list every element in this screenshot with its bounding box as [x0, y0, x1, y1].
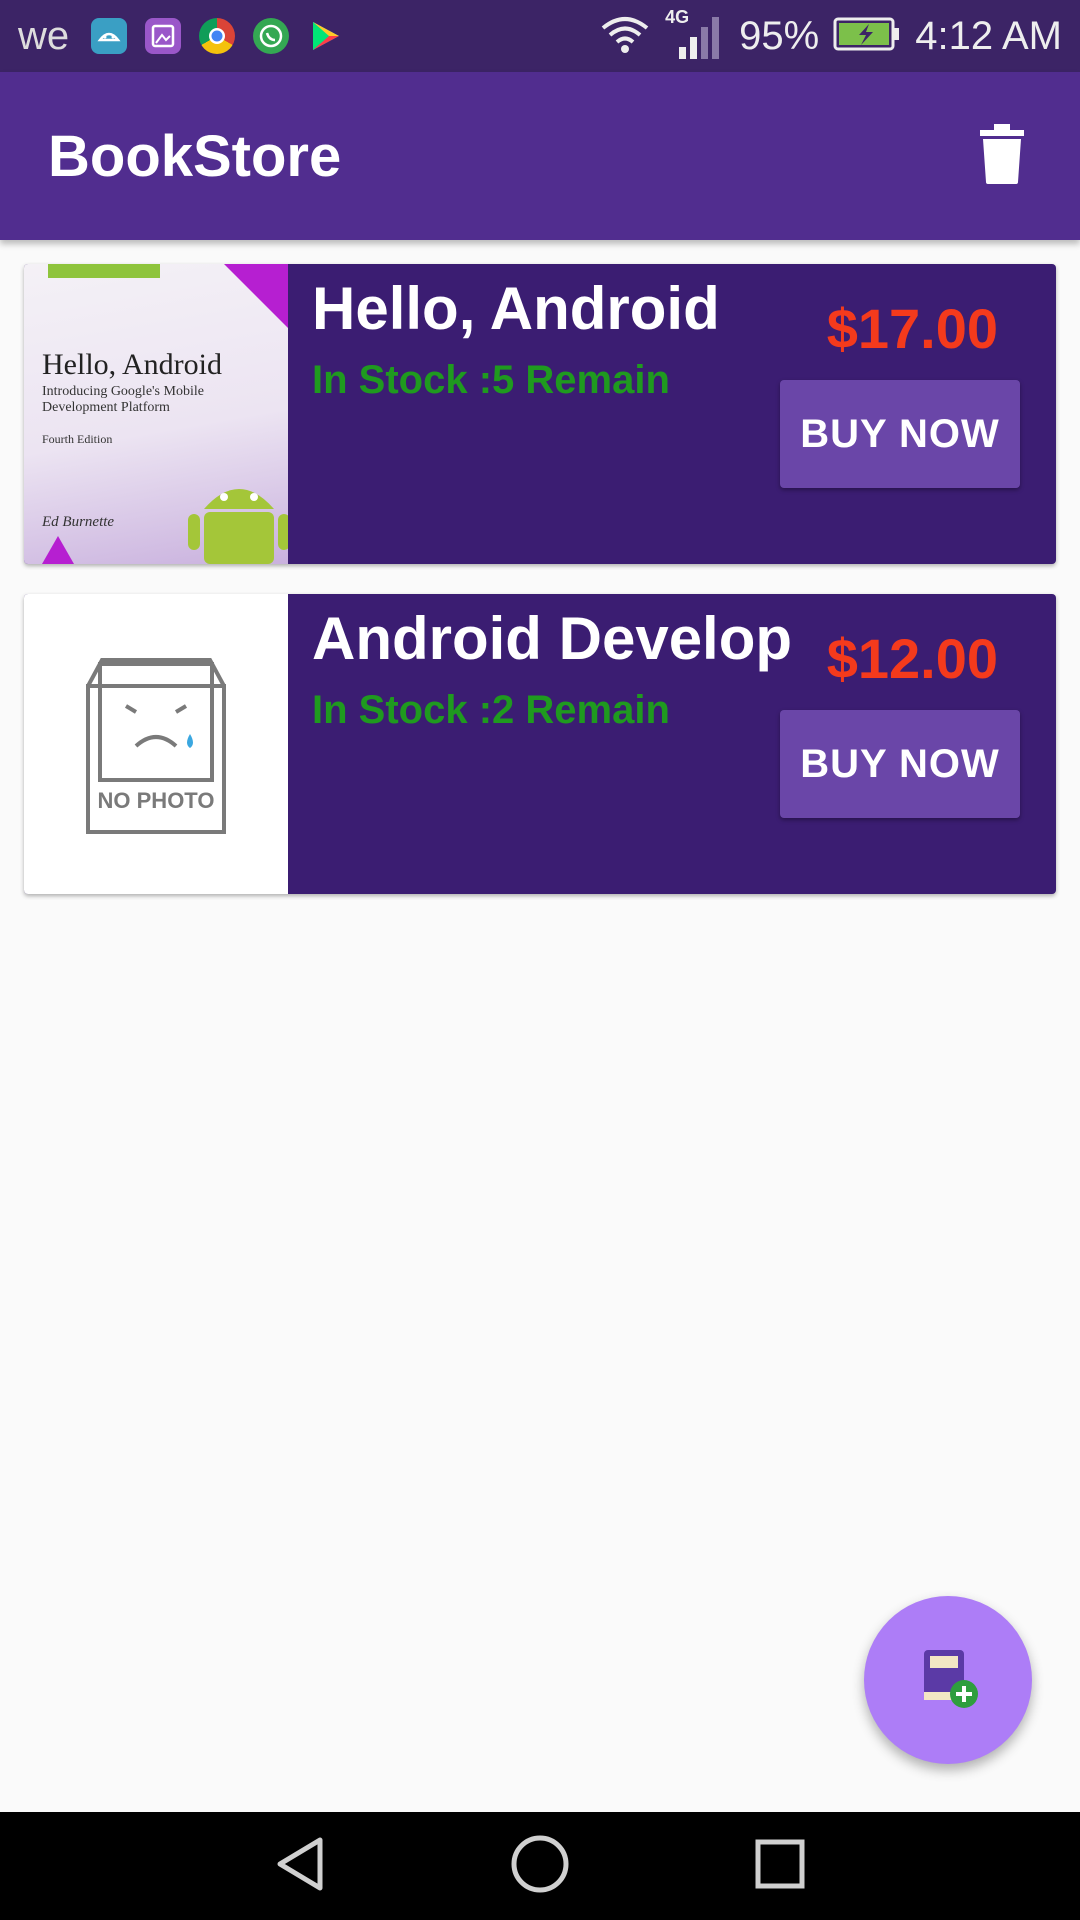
- book-card[interactable]: NO PHOTO Android Develop In Stock :2 Rem…: [24, 594, 1056, 894]
- buy-now-button[interactable]: BUY NOW: [780, 710, 1020, 818]
- cover-banner: [48, 264, 160, 278]
- play-store-icon: [307, 18, 343, 54]
- cover-subtitle: Introducing Google's Mobile Development …: [42, 384, 204, 415]
- home-icon: [509, 1833, 571, 1900]
- android-icon: [91, 18, 128, 54]
- status-bar-left: we: [18, 14, 343, 59]
- android-mascot-icon: [184, 464, 288, 564]
- cover-edition: Fourth Edition: [42, 432, 113, 446]
- carrier-label: we: [18, 13, 70, 58]
- cover-title: Hello, Android: [42, 348, 222, 381]
- battery-percent: 95%: [739, 13, 820, 58]
- book-card[interactable]: Hello, Android Introducing Google's Mobi…: [24, 264, 1056, 564]
- cover-corner-ribbon: [224, 264, 288, 328]
- battery-icon: [833, 17, 901, 56]
- recents-button[interactable]: [735, 1821, 825, 1911]
- app-bar: BookStore: [0, 72, 1080, 240]
- delete-all-button[interactable]: [972, 120, 1032, 192]
- status-bar: we 4G 95% 4:12 AM: [0, 0, 1080, 72]
- signal-icon: 4G: [665, 7, 725, 61]
- book-stock: In Stock :2 Remain: [312, 688, 670, 732]
- wifi-icon: [599, 14, 651, 59]
- chrome-icon: [199, 18, 236, 54]
- book-price: $17.00: [826, 297, 998, 360]
- book-price: $12.00: [826, 627, 998, 690]
- back-icon: [272, 1834, 328, 1899]
- status-bar-right: 4G 95% 4:12 AM: [599, 7, 1062, 61]
- gallery-icon: [145, 18, 182, 54]
- recents-icon: [754, 1838, 806, 1895]
- no-photo-label: NO PHOTO: [97, 788, 215, 813]
- back-button[interactable]: [255, 1821, 345, 1911]
- whatsapp-icon: [253, 18, 290, 54]
- app-title: BookStore: [48, 123, 342, 189]
- buy-now-button[interactable]: BUY NOW: [780, 380, 1020, 488]
- book-cover-placeholder: NO PHOTO: [24, 594, 288, 894]
- add-book-icon: [916, 1646, 980, 1715]
- cover-author: Ed Burnette: [42, 514, 115, 530]
- clock: 4:12 AM: [915, 13, 1062, 58]
- cover-publisher-badge: [42, 536, 74, 564]
- book-title: Hello, Android: [312, 275, 720, 342]
- book-title: Android Develop: [312, 605, 792, 672]
- navigation-bar: [0, 1812, 1080, 1920]
- book-stock: In Stock :5 Remain: [312, 358, 670, 402]
- book-list: Hello, Android Introducing Google's Mobi…: [24, 264, 1056, 924]
- home-button[interactable]: [495, 1821, 585, 1911]
- trash-icon: [978, 123, 1026, 189]
- add-book-button[interactable]: [864, 1596, 1032, 1764]
- book-cover: Hello, Android Introducing Google's Mobi…: [24, 264, 288, 564]
